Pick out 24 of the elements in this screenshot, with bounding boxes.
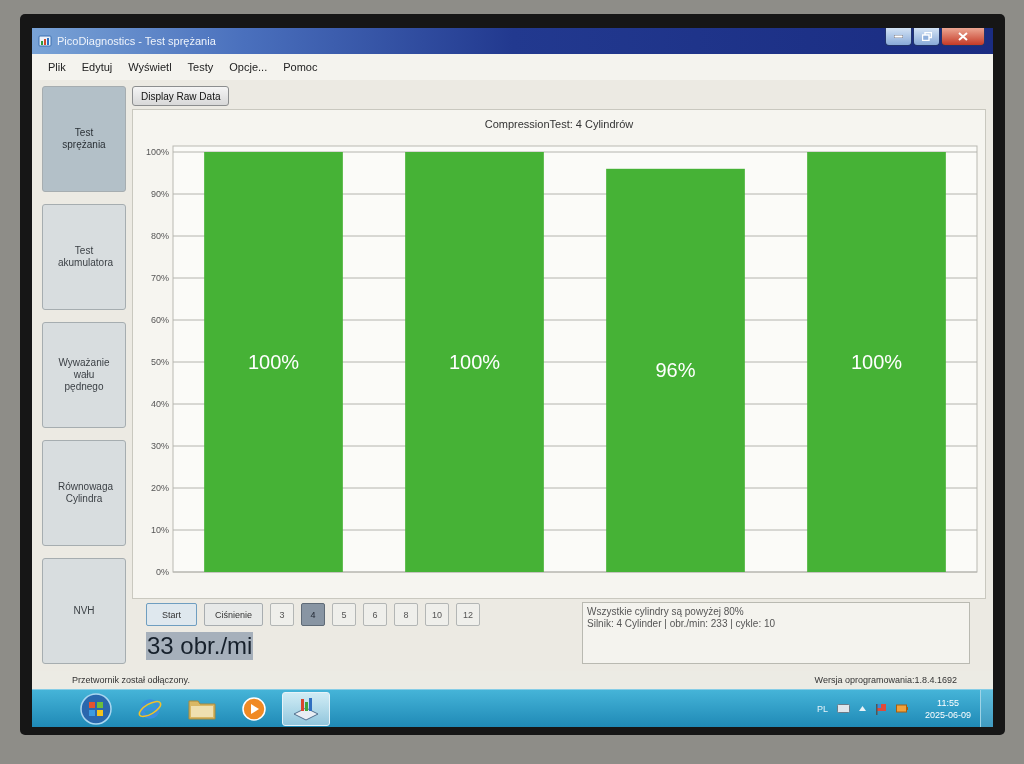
bar-value-label: 100% xyxy=(850,351,903,373)
message-text: Wszystkie cylindry są powyżej 80% xyxy=(587,606,745,618)
axis-label: 90% xyxy=(151,189,169,199)
version-text: Wersja oprogramowania:1.8.4.1692 xyxy=(814,675,957,685)
bar-value-label: 100% xyxy=(448,351,501,373)
axis-label: 10% xyxy=(151,525,169,535)
clock-date: 2025-06-09 xyxy=(924,708,971,721)
bar-value-label: 96% xyxy=(655,359,696,382)
axis-label: 40% xyxy=(151,399,169,409)
bar-value-label: 100% xyxy=(247,351,300,373)
axis-label: 30% xyxy=(151,441,169,451)
message-text: Silnik: 4 Cylinder | obr./min: 233 | cykle: 10 xyxy=(587,618,777,630)
axis-label: 50% xyxy=(151,357,169,367)
chart-title: CompressionTest: 4 Cylindrów xyxy=(483,117,635,132)
rpm-readout: 33 obr./mi xyxy=(146,632,254,660)
axis-label: 20% xyxy=(151,483,169,493)
axis-label: 0% xyxy=(156,567,169,577)
axis-label: 80% xyxy=(151,231,169,241)
axis-label: 70% xyxy=(151,273,169,283)
axis-label: 60% xyxy=(151,315,169,325)
status-text: Przetwornik został odłączony. xyxy=(72,675,190,685)
clock-time: 11:55 xyxy=(937,696,959,709)
axis-label: 100% xyxy=(145,147,169,157)
window-title: PicoDiagnostics - Test sprężania xyxy=(57,35,216,47)
